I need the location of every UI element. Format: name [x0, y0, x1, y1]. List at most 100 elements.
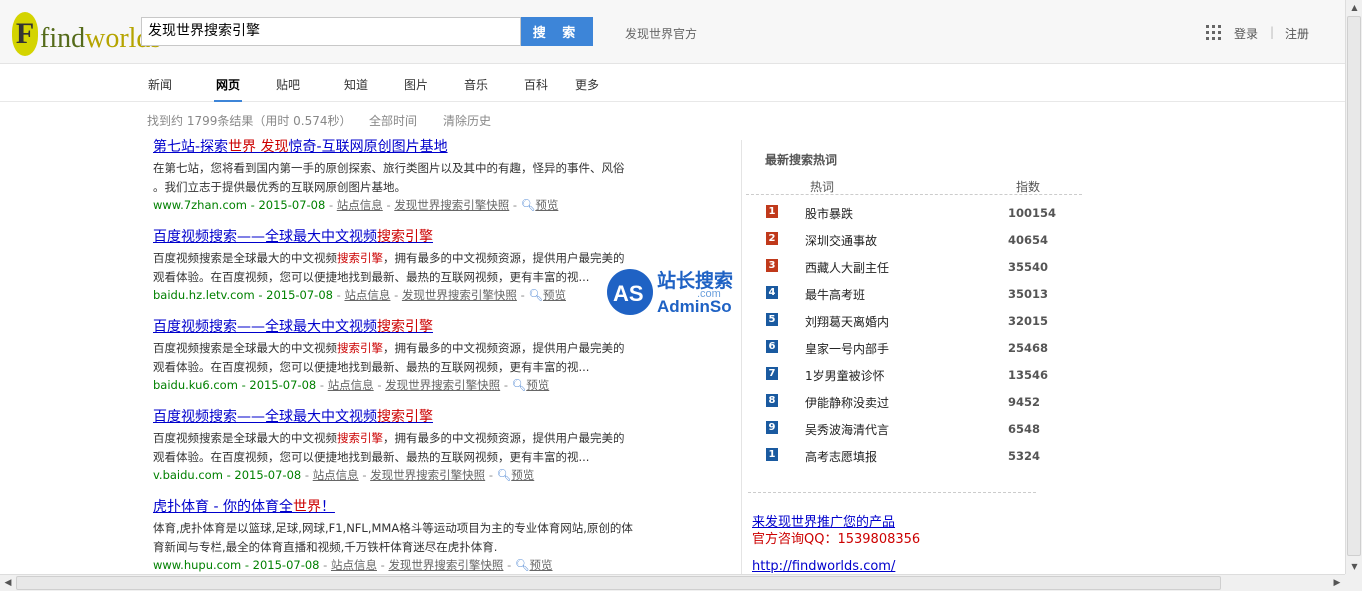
- hot-keyword[interactable]: 伊能静称没卖过: [805, 394, 889, 411]
- apps-grid-icon[interactable]: [1206, 25, 1221, 40]
- scroll-up-icon[interactable]: ▲: [1350, 3, 1359, 12]
- panel-divider: [741, 140, 742, 575]
- result-item: 百度视频搜索——全球最大中文视频搜索引擎 百度视频搜索是全球最大的中文视频搜索引…: [153, 228, 653, 304]
- snippet-text: ，拥有最多的中文视频资源，提供用户最完美的: [383, 341, 625, 355]
- title-text: 百度视频搜索——全球最大中文视频: [153, 409, 377, 425]
- snippet-text: 育新闻与专栏,最全的体育直播和视频,千万铁杆体育迷尽在虎扑体育.: [153, 540, 498, 554]
- preview-link[interactable]: 预览: [530, 558, 553, 572]
- meta-dash: -: [507, 558, 512, 572]
- result-title[interactable]: 虎扑体育 - 你的体育全世界！: [153, 498, 653, 517]
- snapshot-link[interactable]: 发现世界搜索引擎快照: [385, 378, 500, 392]
- time-filter[interactable]: 全部时间: [369, 112, 417, 129]
- site-info-link[interactable]: 站点信息: [331, 558, 377, 572]
- vertical-scrollbar[interactable]: ▲ ▼: [1345, 0, 1362, 576]
- hot-keyword[interactable]: 皇家一号内部手: [805, 340, 889, 357]
- tab-news[interactable]: 新闻: [148, 76, 172, 93]
- scroll-down-icon[interactable]: ▼: [1350, 562, 1359, 571]
- preview-link[interactable]: 预览: [535, 198, 558, 212]
- clear-history[interactable]: 清除历史: [443, 112, 491, 129]
- vertical-scroll-thumb[interactable]: [1347, 16, 1361, 556]
- snippet-highlight: 搜索引擎: [337, 431, 383, 445]
- site-info-link[interactable]: 站点信息: [328, 378, 374, 392]
- result-title[interactable]: 百度视频搜索——全球最大中文视频搜索引擎: [153, 228, 653, 247]
- rank-badge: 6: [766, 340, 778, 353]
- search-button[interactable]: 搜 索: [521, 17, 593, 46]
- rank-badge: 1: [766, 448, 778, 461]
- hot-row[interactable]: 6 皇家一号内部手 25468: [746, 336, 1082, 363]
- snippet-text: ，拥有最多的中文视频资源，提供用户最完美的: [383, 251, 625, 265]
- meta-dash: -: [394, 288, 399, 302]
- tab-web[interactable]: 网页: [213, 76, 243, 102]
- hot-row[interactable]: 1 高考志愿填报 5324: [746, 444, 1082, 471]
- login-link[interactable]: 登录: [1234, 25, 1258, 42]
- horizontal-scrollbar[interactable]: ◀ ▶: [0, 574, 1345, 591]
- horizontal-scroll-thumb[interactable]: [16, 576, 1221, 590]
- official-link[interactable]: 发现世界官方: [625, 25, 697, 42]
- findworlds-logo[interactable]: F findworlds: [12, 6, 161, 56]
- result-meta: baidu.ku6.com - 2015-07-08 - 站点信息 - 发现世界…: [153, 377, 653, 394]
- hot-row[interactable]: 3 西藏人大副主任 35540: [746, 255, 1082, 282]
- hot-keyword[interactable]: 高考志愿填报: [805, 448, 877, 465]
- hot-keyword[interactable]: 吴秀波海清代言: [805, 421, 889, 438]
- result-title[interactable]: 百度视频搜索——全球最大中文视频搜索引擎: [153, 318, 653, 337]
- snapshot-link[interactable]: 发现世界搜索引擎快照: [402, 288, 517, 302]
- search-input[interactable]: 发现世界搜索引擎: [141, 17, 521, 46]
- hot-keyword[interactable]: 刘翔葛天离婚内: [805, 313, 889, 330]
- site-info-link[interactable]: 站点信息: [313, 468, 359, 482]
- snapshot-link[interactable]: 发现世界搜索引擎快照: [388, 558, 503, 572]
- site-info-link[interactable]: 站点信息: [344, 288, 390, 302]
- result-item: 百度视频搜索——全球最大中文视频搜索引擎 百度视频搜索是全球最大的中文视频搜索引…: [153, 408, 653, 484]
- tab-more[interactable]: 更多: [575, 76, 599, 93]
- preview-link[interactable]: 预览: [543, 288, 566, 302]
- magnifier-icon: 🔍︎: [511, 378, 527, 392]
- hot-row[interactable]: 8 伊能静称没卖过 9452: [746, 390, 1082, 417]
- tab-music[interactable]: 音乐: [464, 76, 488, 93]
- watermark-cn: 站长搜索: [657, 269, 733, 292]
- magnifier-icon: 🔍︎: [514, 558, 530, 572]
- site-url-link[interactable]: http://findworlds.com/: [752, 559, 895, 574]
- scroll-left-icon[interactable]: ◀: [2, 577, 14, 589]
- scroll-right-icon[interactable]: ▶: [1331, 577, 1343, 589]
- hot-index: 9452: [1008, 395, 1041, 409]
- snapshot-link[interactable]: 发现世界搜索引擎快照: [394, 198, 509, 212]
- hot-keyword[interactable]: 股市暴跌: [805, 205, 853, 222]
- snapshot-link[interactable]: 发现世界搜索引擎快照: [370, 468, 485, 482]
- hot-row[interactable]: 5 刘翔葛天离婚内 32015: [746, 309, 1082, 336]
- preview-link[interactable]: 预览: [526, 378, 549, 392]
- hot-row[interactable]: 7 1岁男童被诊怀 13546: [746, 363, 1082, 390]
- preview-link[interactable]: 预览: [511, 468, 534, 482]
- result-title[interactable]: 百度视频搜索——全球最大中文视频搜索引擎: [153, 408, 653, 427]
- snippet-text: 在第七站，您将看到国内第一手的原创探索、旅行类图片以及其中的有趣，怪异的事件、风…: [153, 161, 625, 175]
- logo-find: find: [40, 23, 86, 54]
- tab-images[interactable]: 图片: [404, 76, 428, 93]
- tab-tieba[interactable]: 贴吧: [276, 76, 300, 93]
- register-link[interactable]: 注册: [1285, 25, 1309, 42]
- hot-index: 25468: [1008, 341, 1049, 355]
- hot-row[interactable]: 2 深圳交通事故 40654: [746, 228, 1082, 255]
- promo-qq: 官方咨询QQ：1539808356: [752, 532, 921, 547]
- title-highlight: 搜索引擎: [377, 319, 433, 335]
- result-item: 虎扑体育 - 你的体育全世界！ 体育,虎扑体育是以篮球,足球,网球,F1,NFL…: [153, 498, 653, 574]
- header-separator: |: [1270, 25, 1275, 39]
- rank-badge: 8: [766, 394, 778, 407]
- hot-keyword[interactable]: 1岁男童被诊怀: [805, 367, 885, 384]
- rank-badge: 4: [766, 286, 778, 299]
- snippet-text: 百度视频搜索是全球最大的中文视频: [153, 341, 337, 355]
- result-snippet-line: 观看体验。在百度视频，您可以便捷地找到最新、最热的互联网视频，更有丰富的视...: [153, 448, 653, 467]
- hot-keyword[interactable]: 最牛高考班: [805, 286, 865, 303]
- hot-keyword[interactable]: 深圳交通事故: [805, 232, 877, 249]
- meta-dash: -: [323, 558, 328, 572]
- snippet-text: 百度视频搜索是全球最大的中文视频: [153, 251, 337, 265]
- hot-keyword[interactable]: 西藏人大副主任: [805, 259, 889, 276]
- hot-panel-title: 最新搜索热词: [765, 153, 838, 167]
- watermark-admin: AdminSo: [657, 297, 732, 316]
- result-title[interactable]: 第七站-探索世界 发现惊奇-互联网原创图片基地: [153, 138, 653, 157]
- result-meta: v.baidu.com - 2015-07-08 - 站点信息 - 发现世界搜索…: [153, 467, 653, 484]
- hot-row[interactable]: 4 最牛高考班 35013: [746, 282, 1082, 309]
- tab-zhidao[interactable]: 知道: [344, 76, 368, 93]
- site-info-link[interactable]: 站点信息: [337, 198, 383, 212]
- rank-badge: 5: [766, 313, 778, 326]
- hot-row[interactable]: 9 吴秀波海清代言 6548: [746, 417, 1082, 444]
- tab-baike[interactable]: 百科: [524, 76, 548, 93]
- hot-row[interactable]: 1 股市暴跌 100154: [746, 201, 1082, 228]
